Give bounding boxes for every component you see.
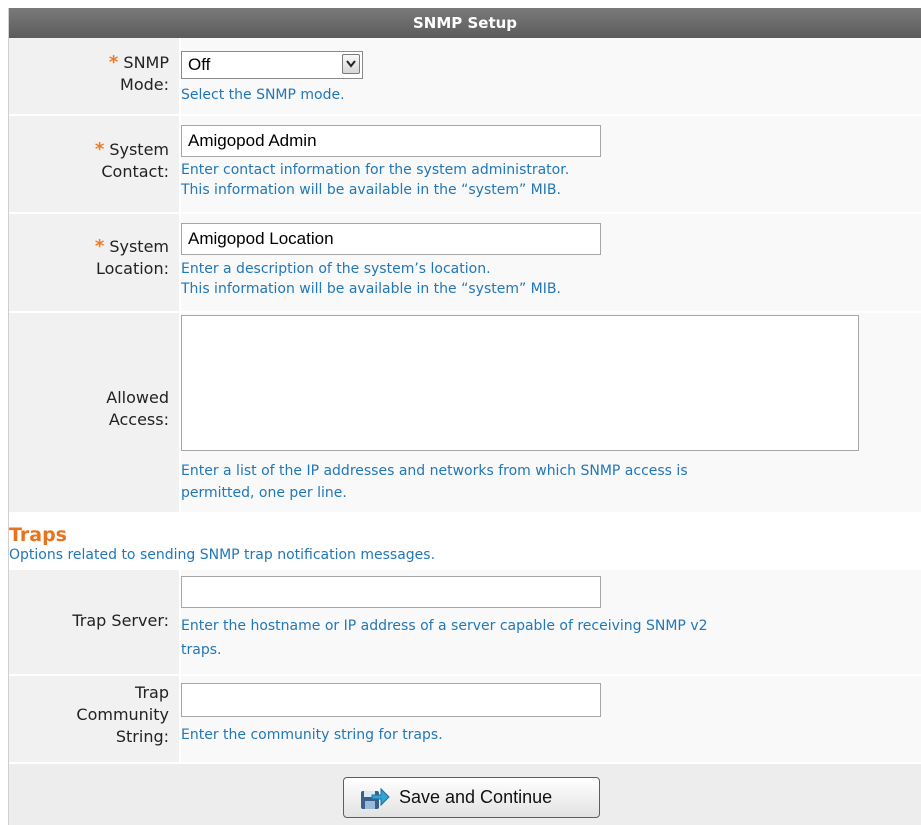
allowed-access-row: Allowed Access: Enter a list of the IP a… <box>9 313 921 514</box>
allowed-access-label: Allowed Access: <box>106 388 169 429</box>
allowed-access-hint-2: permitted, one per line. <box>181 485 347 501</box>
snmp-setup-form: SNMP Setup * SNMP Mode: Off Select the S… <box>8 8 921 825</box>
system-location-input[interactable]: Amigopod Location <box>181 223 601 255</box>
required-asterisk: * <box>108 52 119 73</box>
snmp-mode-row: * SNMP Mode: Off Select the SNMP mode. <box>9 38 921 116</box>
trap-server-label: Trap Server: <box>72 611 169 630</box>
save-and-continue-button[interactable]: Save and Continue <box>343 777 600 818</box>
trap-community-row: Trap Community String: Enter the communi… <box>9 676 921 764</box>
trap-community-input[interactable] <box>181 683 601 717</box>
snmp-mode-selected-value: Off <box>188 55 211 74</box>
traps-section-description: Options related to sending SNMP trap not… <box>9 547 436 563</box>
traps-section-title: Traps <box>9 524 67 546</box>
system-contact-label: * System Contact: <box>94 139 169 181</box>
snmp-mode-select[interactable]: Off <box>181 51 363 79</box>
system-location-label: * System Location: <box>94 236 169 278</box>
allowed-access-textarea[interactable] <box>181 315 859 451</box>
system-location-hint-1: Enter a description of the system’s loca… <box>181 261 491 277</box>
snmp-mode-hint: Select the SNMP mode. <box>181 87 345 103</box>
save-button-label: Save and Continue <box>399 787 553 807</box>
system-contact-row: * System Contact: Amigopod Admin Enter c… <box>9 116 921 214</box>
snmp-mode-label: * SNMP Mode: <box>108 52 169 94</box>
form-actions: Save and Continue <box>9 764 921 825</box>
chevron-down-icon[interactable] <box>342 54 360 74</box>
required-asterisk: * <box>94 236 105 257</box>
system-contact-input[interactable]: Amigopod Admin <box>181 125 601 157</box>
system-contact-hint-1: Enter contact information for the system… <box>181 162 570 178</box>
trap-server-hint-1: Enter the hostname or IP address of a se… <box>181 618 708 634</box>
system-location-hint-2: This information will be available in th… <box>181 281 561 297</box>
traps-section-header: Traps Options related to sending SNMP tr… <box>9 514 921 570</box>
save-disk-arrow-icon <box>360 786 390 814</box>
required-asterisk: * <box>94 139 105 160</box>
allowed-access-hint-1: Enter a list of the IP addresses and net… <box>181 463 688 479</box>
system-contact-hint-2: This information will be available in th… <box>181 182 561 198</box>
system-location-row: * System Location: Amigopod Location Ent… <box>9 214 921 313</box>
form-title: SNMP Setup <box>9 8 921 38</box>
trap-server-input[interactable] <box>181 576 601 608</box>
trap-server-row: Trap Server: Enter the hostname or IP ad… <box>9 570 921 676</box>
trap-community-label: Trap Community String: <box>76 683 169 746</box>
trap-community-hint: Enter the community string for traps. <box>181 727 443 743</box>
trap-server-hint-2: traps. <box>181 642 222 658</box>
